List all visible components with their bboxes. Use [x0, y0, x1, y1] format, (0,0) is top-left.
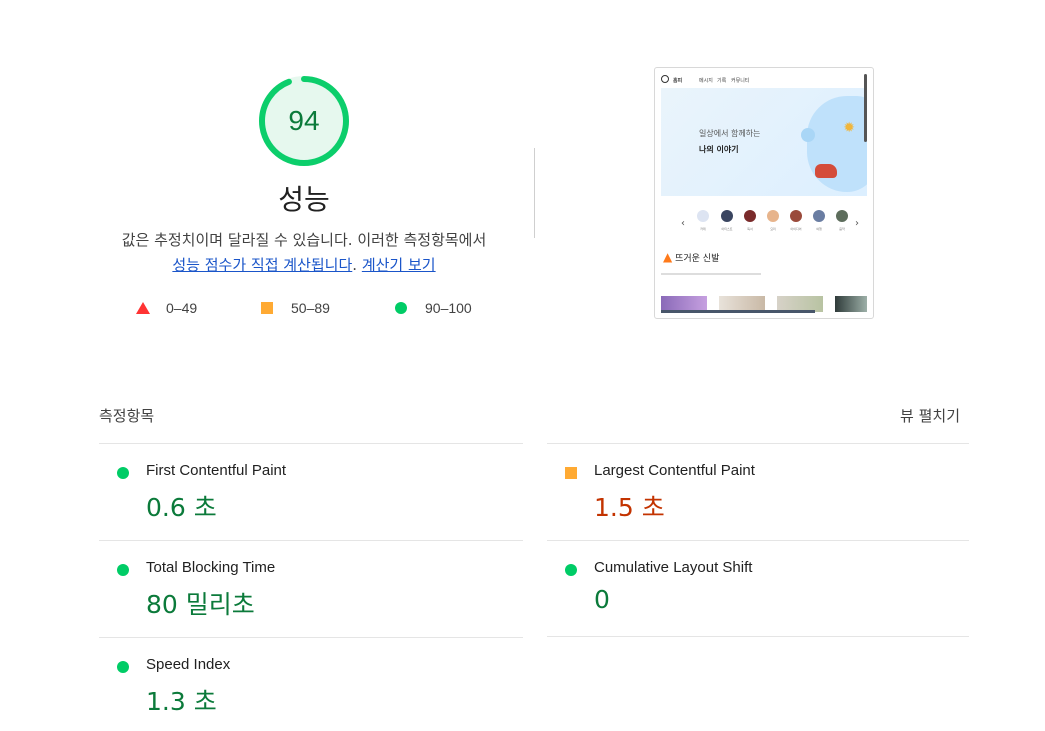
- legend-label: 50–89: [291, 300, 330, 316]
- category-label: 요리: [770, 227, 776, 231]
- thumbnail-hero-banner: ✹ 일상에서 함께하는 나의 이야기: [661, 88, 867, 196]
- category-label: 카테: [700, 227, 706, 231]
- metric-first-contentful-paint: First Contentful Paint 0.6 초: [99, 444, 523, 540]
- thumbnail-horizontal-scrollbar: [661, 310, 815, 313]
- divider: [547, 636, 969, 637]
- metric-cumulative-layout-shift: Cumulative Layout Shift 0: [547, 541, 971, 637]
- hot-section-title: 뜨거운 신발: [675, 254, 720, 264]
- category-label: 독서: [747, 227, 753, 231]
- category-icon: [790, 210, 802, 222]
- thumb-nav-item: 홈피: [673, 78, 683, 84]
- category-icon: [744, 210, 756, 222]
- description-separator: .: [352, 256, 362, 274]
- circle-icon: [117, 661, 129, 673]
- category-label: 아이디어: [790, 227, 802, 231]
- metric-value: 80 밀리초: [146, 590, 255, 619]
- expand-view-toggle[interactable]: 뷰 펼치기: [870, 405, 960, 426]
- score-description: 값은 추정치이며 달라질 수 있습니다. 이러한 측정항목에서 성능 점수가 직…: [84, 228, 524, 278]
- metric-value: 1.5 초: [594, 493, 665, 522]
- category-label: 음악: [839, 227, 845, 231]
- category-icon: [813, 210, 825, 222]
- metric-name: Total Blocking Time: [146, 559, 276, 576]
- metrics-header: 측정항목: [99, 407, 155, 425]
- circle-icon: [117, 564, 129, 576]
- circle-icon: [117, 467, 129, 479]
- category-label: 아티스트: [721, 227, 733, 231]
- metric-name: Cumulative Layout Shift: [594, 559, 753, 576]
- score-legend: 0–49 50–89 90–100: [0, 298, 600, 318]
- metric-name: Largest Contentful Paint: [594, 462, 755, 479]
- score-calculation-link[interactable]: 성능 점수가 직접 계산됩니다: [172, 256, 352, 274]
- metric-value: 0.6 초: [146, 493, 217, 522]
- performance-score-gauge: 94: [258, 75, 350, 167]
- hero-line1: 일상에서 함께하는: [699, 129, 761, 138]
- hero-bubble: [801, 128, 815, 142]
- hero-line2: 나의 이야기: [699, 145, 739, 154]
- thumb-nav-item: 메시지: [699, 78, 713, 84]
- circle-icon: [395, 302, 407, 314]
- metric-speed-index: Speed Index 1.3 초: [99, 638, 523, 731]
- legend-label: 0–49: [166, 300, 198, 316]
- category-icon: [721, 210, 733, 222]
- metric-value: 0: [594, 585, 610, 614]
- vertical-divider: [534, 148, 535, 238]
- thumb-nav-item: 커뮤니티: [731, 78, 750, 84]
- chevron-right-icon: ›: [855, 218, 859, 229]
- flame-icon: ▲: [663, 250, 673, 264]
- metric-name: First Contentful Paint: [146, 462, 287, 479]
- metric-total-blocking-time: Total Blocking Time 80 밀리초: [99, 541, 523, 637]
- category-icon: [767, 210, 779, 222]
- metric-value: 1.3 초: [146, 687, 217, 716]
- thumb-nav-item: 기록: [717, 78, 727, 84]
- category-label: 여행: [816, 227, 822, 231]
- site-logo-icon: [661, 75, 669, 83]
- category-icon: [697, 210, 709, 222]
- thumbnail-hot-section: ▲ 뜨거운 신발: [663, 250, 719, 264]
- dog-illustration: [815, 164, 837, 178]
- page-screenshot-thumbnail[interactable]: 홈피 메시지 기록 커뮤니티 ✹ 일상에서 함께하는 나의 이야기 ‹ › 카테…: [654, 67, 874, 319]
- thumbnail-categories: 카테 아티스트 독서 요리 아이디어 여행 음악: [677, 210, 853, 234]
- thumbnail-scrollbar: [864, 74, 867, 142]
- thumbnail-subtext: [661, 273, 761, 275]
- square-icon: [565, 467, 577, 479]
- description-text: 값은 추정치이며 달라질 수 있습니다. 이러한 측정항목에서: [121, 231, 487, 249]
- triangle-icon: [136, 302, 150, 314]
- thumbnail-nav: 홈피 메시지 기록 커뮤니티: [661, 74, 861, 86]
- metric-largest-contentful-paint: Largest Contentful Paint 1.5 초: [547, 444, 971, 540]
- legend-label: 90–100: [425, 300, 472, 316]
- calculator-link[interactable]: 계산기 보기: [362, 256, 436, 274]
- metric-name: Speed Index: [146, 656, 231, 673]
- score-value: 94: [288, 105, 320, 136]
- category-icon: [836, 210, 848, 222]
- score-title: 성능: [278, 183, 330, 216]
- square-icon: [261, 302, 273, 314]
- circle-icon: [565, 564, 577, 576]
- sun-icon: ✹: [843, 120, 855, 136]
- hero-shape: [807, 96, 867, 192]
- product-image: [835, 296, 867, 312]
